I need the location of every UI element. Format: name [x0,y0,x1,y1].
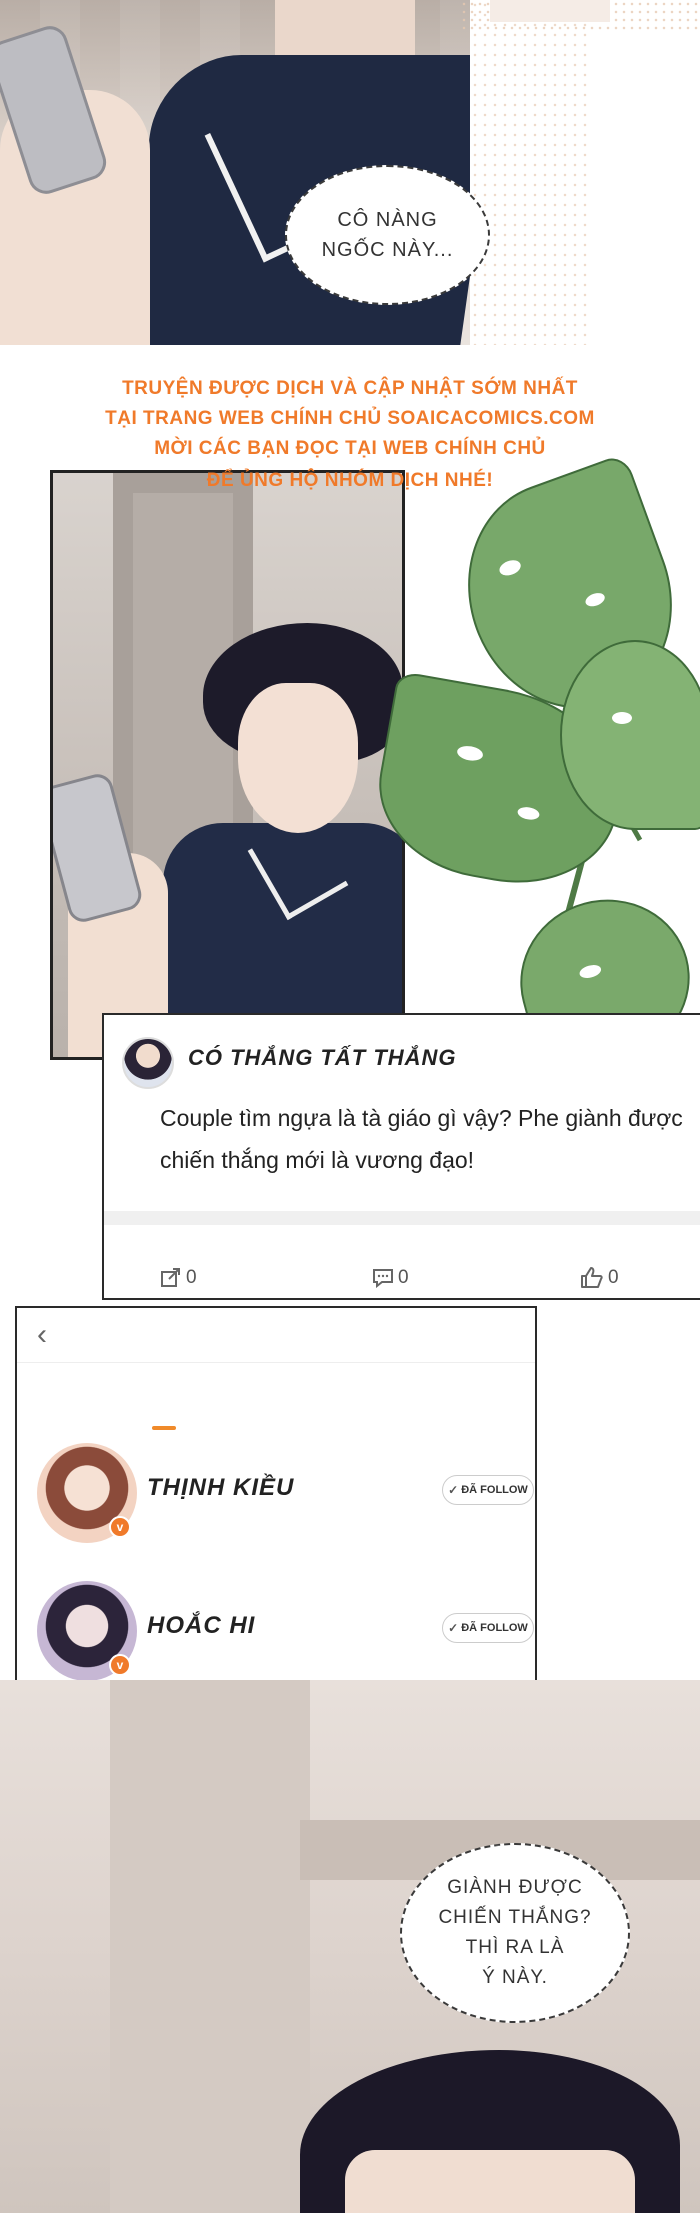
chevron-left-icon[interactable]: ‹ [37,1320,47,1350]
thumbs-up-icon [581,1267,603,1288]
share-count: 0 [186,1267,197,1288]
speech-bubble-1: CÔ NÀNG NGỐC NÀY... [285,165,490,305]
followed-button-label: ĐÃ FOLLOW [461,1622,528,1634]
character-face [238,683,358,833]
leaf-hole [497,557,523,579]
user-name[interactable]: HOẮC HI [147,1612,255,1640]
share-icon [161,1268,180,1287]
comic-panel-phone [50,470,405,1060]
post-action-bar: 0 0 0 [104,1267,700,1297]
character-face [345,2150,635,2213]
like-count: 0 [608,1267,619,1288]
watermark-line-2: TẠI TRANG WEB CHÍNH CHỦ SOAICACOMICS.COM [105,408,595,429]
watermark-line-1: TRUYỆN ĐƯỢC DỊCH VÀ CẬP NHẬT SỚM NHẤT [122,378,578,399]
followed-button[interactable]: ✓ ĐÃ FOLLOW [442,1613,534,1643]
monstera-leaf [560,640,700,830]
follow-list-card: ‹ v THỊNH KIỀU ✓ ĐÃ FOLLOW v HOẮC HI ✓ Đ… [15,1306,537,1699]
list-item[interactable]: v HOẮC HI ✓ ĐÃ FOLLOW [17,1576,535,1686]
leaf-hole [578,962,603,981]
follow-list-header: ‹ [17,1308,535,1363]
divider [104,1211,700,1225]
background-wall [110,1680,310,2213]
watermark-line-3: MỜI CÁC BẠN ĐỌC TẠI WEB CHÍNH CHỦ [154,438,546,459]
panel-edge-fragment [490,0,610,22]
verified-badge: v [109,1516,131,1538]
followed-button[interactable]: ✓ ĐÃ FOLLOW [442,1475,534,1505]
speech-bubble-2-text: GIÀNH ĐƯỢC CHIẾN THẮNG? THÌ RA LÀ Ý NÀY. [438,1877,592,1988]
avatar[interactable] [122,1037,174,1089]
followed-button-label: ĐÃ FOLLOW [461,1484,528,1496]
verified-badge: v [109,1654,131,1676]
comment-count: 0 [398,1267,409,1288]
user-name[interactable]: THỊNH KIỀU [147,1474,294,1502]
check-icon: ✓ [448,1483,459,1497]
active-tab-indicator [152,1426,176,1430]
check-icon: ✓ [448,1621,459,1635]
screentone-speckle [470,0,590,345]
leaf-hole [456,744,485,763]
comment-icon [373,1269,393,1288]
social-post-card: CÓ THẮNG TẤT THẮNG Couple tìm ngựa là tà… [102,1013,700,1300]
watermark-line-4: ĐỂ ỦNG HỘ NHÓM DỊCH NHÉ! [206,470,494,491]
like-button[interactable]: 0 [580,1267,619,1289]
leaf-hole [583,590,607,609]
post-author-name[interactable]: CÓ THẮNG TẤT THẮNG [188,1045,457,1071]
post-text: Couple tìm ngựa là tà giáo gì vậy? Phe g… [160,1105,683,1173]
leaf-hole [612,712,632,724]
share-button[interactable]: 0 [160,1267,197,1289]
list-item[interactable]: v THỊNH KIỀU ✓ ĐÃ FOLLOW [17,1438,535,1548]
speech-bubble-2: GIÀNH ĐƯỢC CHIẾN THẮNG? THÌ RA LÀ Ý NÀY. [400,1843,630,2023]
comment-button[interactable]: 0 [372,1267,409,1289]
leaf-hole [516,805,541,822]
speech-bubble-1-text: CÔ NÀNG NGỐC NÀY... [321,209,454,261]
